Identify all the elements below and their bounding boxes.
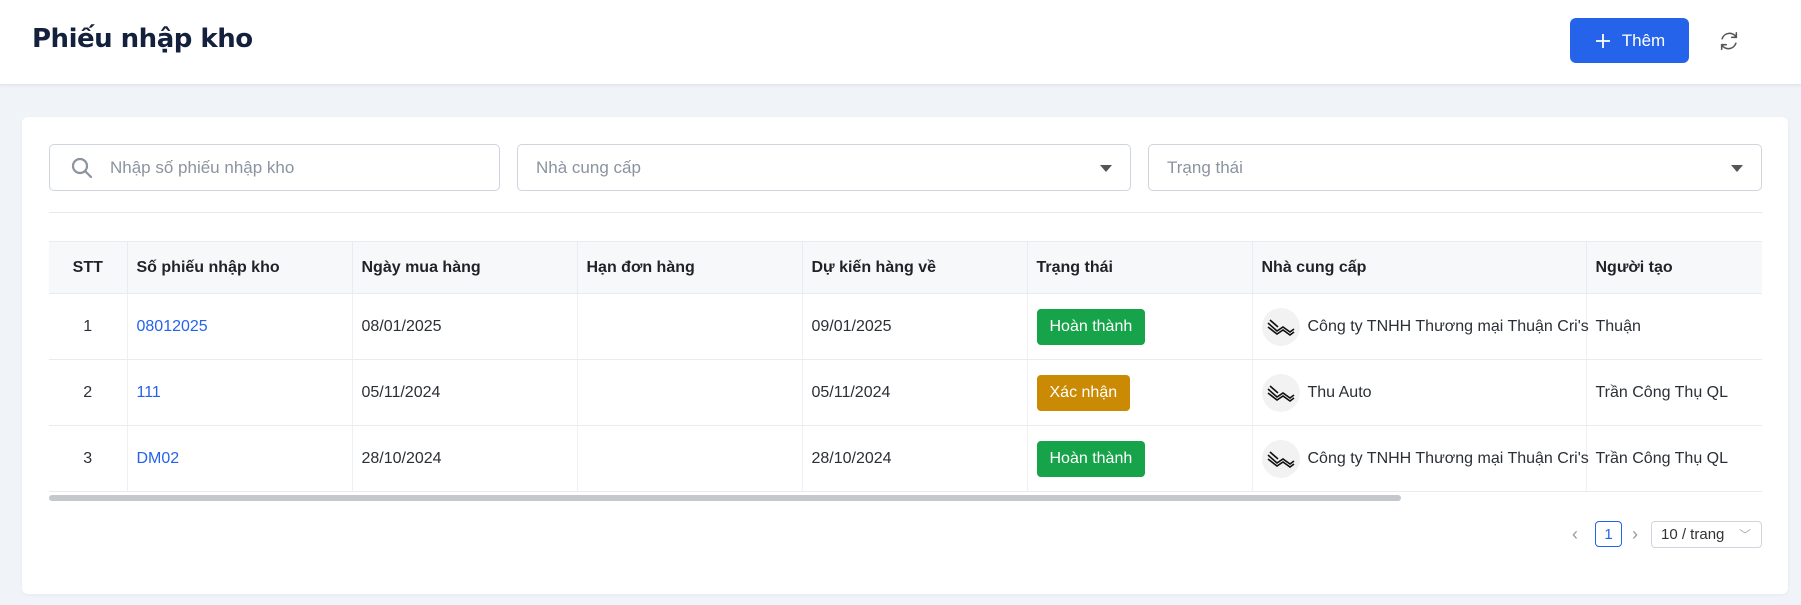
column-header-purchase-date: Ngày mua hàng bbox=[352, 241, 578, 294]
supplier-select-placeholder: Nhà cung cấp bbox=[536, 157, 641, 177]
chevron-down-icon: ﹀ bbox=[1738, 528, 1751, 542]
status-badge: Xác nhận bbox=[1036, 374, 1131, 411]
row-supplier: Công ty TNHH Thương mại Thuận Cri's bbox=[1307, 317, 1589, 335]
row-purchase-date: 08/01/2025 bbox=[352, 293, 578, 360]
pagination-prev-icon[interactable]: ‹ bbox=[1572, 524, 1578, 545]
content-card: Nhà cung cấp Trạng thái STT Số phiếu nhậ… bbox=[22, 117, 1788, 594]
plus-icon bbox=[1595, 33, 1610, 48]
search-input-wrapper[interactable] bbox=[49, 144, 500, 191]
caret-down-icon bbox=[1731, 165, 1743, 172]
status-badge: Hoàn thành bbox=[1036, 440, 1146, 477]
status-select[interactable]: Trạng thái bbox=[1148, 144, 1762, 191]
row-expected: 05/11/2024 bbox=[802, 359, 1028, 426]
refresh-icon bbox=[1720, 31, 1738, 51]
divider bbox=[49, 212, 1762, 213]
row-creator: Trần Công Thụ QL bbox=[1586, 425, 1762, 492]
row-purchase-date: 05/11/2024 bbox=[352, 359, 578, 426]
column-header-creator: Người tạo bbox=[1586, 241, 1762, 294]
receipts-table: STT Số phiếu nhập kho Ngày mua hàng Hạn … bbox=[49, 241, 1762, 492]
add-button-label: Thêm bbox=[1621, 30, 1666, 50]
page-header: Phiếu nhập kho Thêm bbox=[0, 0, 1801, 85]
supplier-logo-icon bbox=[1261, 373, 1300, 412]
page-title: Phiếu nhập kho bbox=[32, 24, 253, 54]
table-row: 3 DM02 28/10/2024 28/10/2024 Hoàn thành … bbox=[49, 425, 1762, 492]
column-header-supplier: Nhà cung cấp bbox=[1252, 241, 1587, 294]
row-creator: Trần Công Thụ QL bbox=[1586, 359, 1762, 426]
receipt-link[interactable]: DM02 bbox=[137, 450, 180, 467]
supplier-logo-icon bbox=[1261, 307, 1300, 346]
row-stt: 2 bbox=[49, 359, 128, 426]
add-button[interactable]: Thêm bbox=[1570, 18, 1689, 63]
row-code-cell: 111 bbox=[127, 359, 353, 426]
receipt-link[interactable]: 111 bbox=[137, 384, 161, 401]
status-select-placeholder: Trạng thái bbox=[1167, 157, 1243, 177]
table-container[interactable]: STT Số phiếu nhập kho Ngày mua hàng Hạn … bbox=[49, 241, 1762, 493]
column-header-status: Trạng thái bbox=[1027, 241, 1253, 294]
supplier-logo-icon bbox=[1261, 439, 1300, 478]
row-stt: 1 bbox=[49, 293, 128, 360]
table-row: 1 08012025 08/01/2025 09/01/2025 Hoàn th… bbox=[49, 293, 1762, 360]
row-creator: Thuận bbox=[1586, 293, 1762, 360]
row-expected: 28/10/2024 bbox=[802, 425, 1028, 492]
horizontal-scrollbar[interactable] bbox=[49, 495, 1401, 501]
column-header-stt: STT bbox=[49, 241, 128, 294]
row-supplier: Thu Auto bbox=[1307, 383, 1372, 401]
row-expected: 09/01/2025 bbox=[802, 293, 1028, 360]
column-header-deadline: Hạn đơn hàng bbox=[577, 241, 803, 294]
refresh-button[interactable] bbox=[1714, 26, 1744, 56]
search-input[interactable] bbox=[110, 157, 490, 178]
page-size-select[interactable]: 10 / trang ﹀ bbox=[1651, 521, 1762, 548]
row-supplier-cell: Công ty TNHH Thương mại Thuận Cri's bbox=[1252, 293, 1589, 360]
row-stt: 3 bbox=[49, 425, 128, 492]
row-status-cell: Hoàn thành bbox=[1027, 425, 1253, 492]
pagination-page-current[interactable]: 1 bbox=[1595, 521, 1622, 547]
row-status-cell: Xác nhận bbox=[1027, 359, 1253, 426]
supplier-select[interactable]: Nhà cung cấp bbox=[517, 144, 1131, 191]
status-badge: Hoàn thành bbox=[1036, 308, 1146, 345]
search-icon bbox=[71, 157, 93, 178]
row-status-cell: Hoàn thành bbox=[1027, 293, 1253, 360]
column-header-expected: Dự kiến hàng về bbox=[802, 241, 1028, 294]
row-supplier-cell: Công ty TNHH Thương mại Thuận Cri's bbox=[1252, 425, 1589, 492]
pagination-next-icon[interactable]: › bbox=[1632, 524, 1638, 545]
row-deadline bbox=[577, 425, 803, 492]
column-header-code: Số phiếu nhập kho bbox=[127, 241, 353, 294]
table-header-row: STT Số phiếu nhập kho Ngày mua hàng Hạn … bbox=[49, 241, 1762, 294]
receipt-link[interactable]: 08012025 bbox=[137, 318, 208, 335]
row-deadline bbox=[577, 293, 803, 360]
row-deadline bbox=[577, 359, 803, 426]
row-code-cell: DM02 bbox=[127, 425, 353, 492]
row-supplier: Công ty TNHH Thương mại Thuận Cri's bbox=[1307, 449, 1589, 467]
page-size-label: 10 / trang bbox=[1661, 526, 1725, 543]
row-code-cell: 08012025 bbox=[127, 293, 353, 360]
caret-down-icon bbox=[1100, 165, 1112, 172]
row-purchase-date: 28/10/2024 bbox=[352, 425, 578, 492]
row-supplier-cell: Thu Auto bbox=[1252, 359, 1587, 426]
table-row: 2 111 05/11/2024 05/11/2024 Xác nhận Thu… bbox=[49, 359, 1762, 426]
